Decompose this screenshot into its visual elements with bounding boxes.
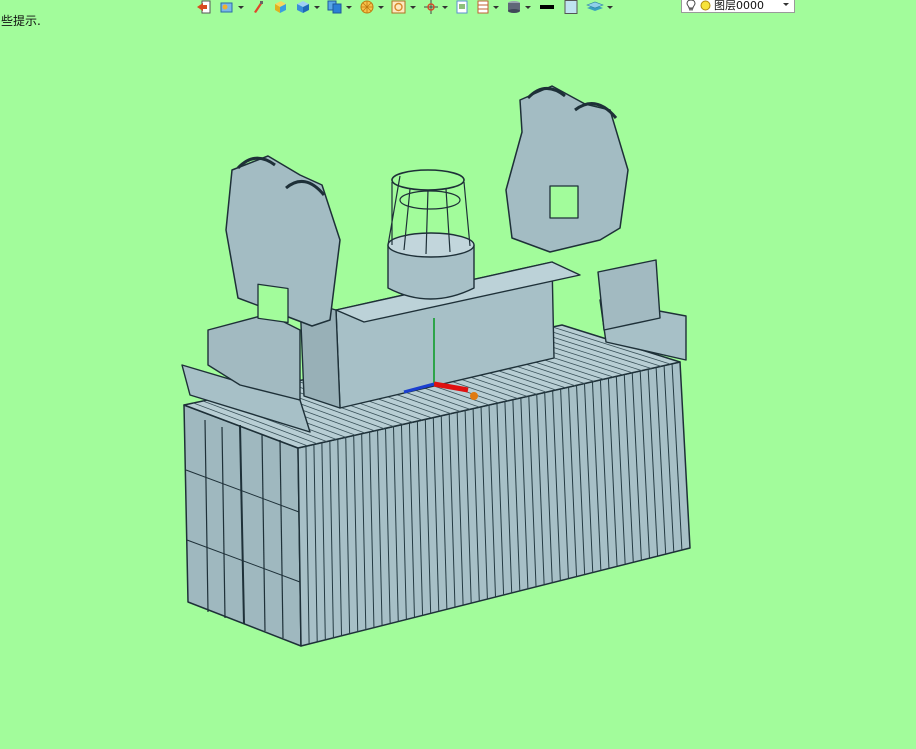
lug-window-right <box>549 185 579 219</box>
lug-window-left <box>257 283 289 324</box>
axis-origin <box>470 392 478 400</box>
guide-cylinder-top <box>387 232 475 258</box>
guide-cage-ring-top <box>391 169 465 191</box>
container-3d-model[interactable] <box>181 85 691 647</box>
cad-viewport[interactable] <box>0 0 916 749</box>
spreader-end-block-right <box>597 259 661 331</box>
